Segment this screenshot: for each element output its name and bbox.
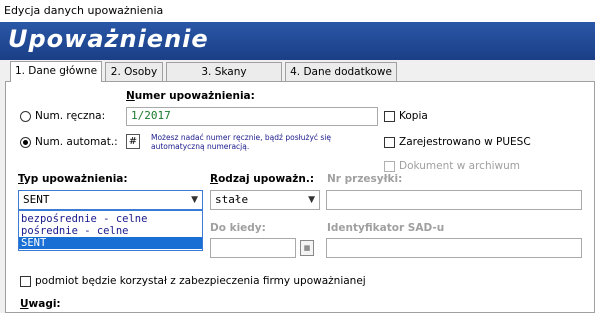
- typ-label: Typ upoważnienia:: [18, 173, 128, 185]
- puesc-label: Zarejestrowano w PUESC: [399, 136, 531, 148]
- tab-osoby[interactable]: 2. Osoby: [105, 62, 163, 81]
- typ-option-bezposrednie[interactable]: bezpośrednie - celne: [19, 213, 202, 225]
- do-kiedy-input[interactable]: [210, 238, 296, 258]
- rodzaj-label: Rodzaj upoważn.:: [210, 173, 315, 185]
- num-reczna-radio[interactable]: [20, 111, 31, 122]
- tab-skany-dokumentow[interactable]: 3. Skany dokumentów: [166, 62, 282, 96]
- do-kiedy-label: Do kiedy:: [210, 222, 266, 234]
- podmiot-checkbox[interactable]: [20, 276, 31, 287]
- typ-dropdown-list: bezpośrednie - celne pośrednie - celne S…: [18, 210, 203, 251]
- rodzaj-select[interactable]: stałe ▼: [210, 190, 320, 210]
- tab-dane-glowne[interactable]: 1. Dane główne: [10, 61, 102, 82]
- kopia-label: Kopia: [399, 110, 428, 122]
- typ-option-posrednie[interactable]: pośrednie - celne: [19, 225, 202, 237]
- archiwum-label: Dokument w archiwum: [399, 160, 520, 172]
- typ-select[interactable]: SENT ▼: [18, 190, 203, 210]
- numbering-hint-line-2: automatyczną numeracją.: [151, 142, 250, 151]
- num-automat-radio[interactable]: [20, 137, 31, 148]
- puesc-checkbox[interactable]: [384, 137, 395, 148]
- num-automat-label: Num. automat.:: [35, 136, 118, 148]
- sad-label: Identyfikator SAD-u: [327, 222, 445, 234]
- typ-select-value: SENT: [23, 193, 50, 206]
- numbering-info-icon[interactable]: #: [126, 134, 140, 149]
- numbering-hint-line-1: Możesz nadać numer ręcznie, bądź posłuży…: [151, 133, 331, 142]
- podmiot-label: podmiot będzie korzystał z zabezpieczeni…: [35, 275, 366, 287]
- numer-label: Numer upoważnienia:: [126, 90, 255, 102]
- numer-input[interactable]: 1/2017: [126, 107, 378, 126]
- tab-dane-dodatkowe[interactable]: 4. Dane dodatkowe: [285, 62, 397, 81]
- chevron-down-icon[interactable]: ▼: [308, 191, 315, 209]
- kopia-checkbox[interactable]: [384, 111, 395, 122]
- chevron-down-icon[interactable]: ▼: [191, 191, 198, 209]
- sad-input[interactable]: [326, 238, 582, 258]
- archiwum-checkbox: [384, 161, 395, 172]
- nr-przesylki-input[interactable]: [326, 190, 582, 210]
- header-banner: Upoważnienie: [0, 22, 595, 60]
- banner-title: Upoważnienie: [8, 25, 209, 53]
- nr-przesylki-label: Nr przesyłki:: [327, 173, 403, 185]
- rodzaj-select-value: stałe: [215, 193, 249, 206]
- window-titlebar: Edycja danych upoważnienia: [0, 0, 595, 22]
- window-title: Edycja danych upoważnienia: [4, 4, 164, 17]
- calendar-icon[interactable]: ▦: [300, 240, 314, 256]
- num-reczna-label: Num. ręczna:: [35, 110, 106, 122]
- tab-bar: 1. Dane główne 2. Osoby 3. Skany dokumen…: [0, 61, 595, 96]
- typ-option-sent[interactable]: SENT: [19, 237, 202, 249]
- uwagi-label: Uwagi:: [20, 298, 61, 310]
